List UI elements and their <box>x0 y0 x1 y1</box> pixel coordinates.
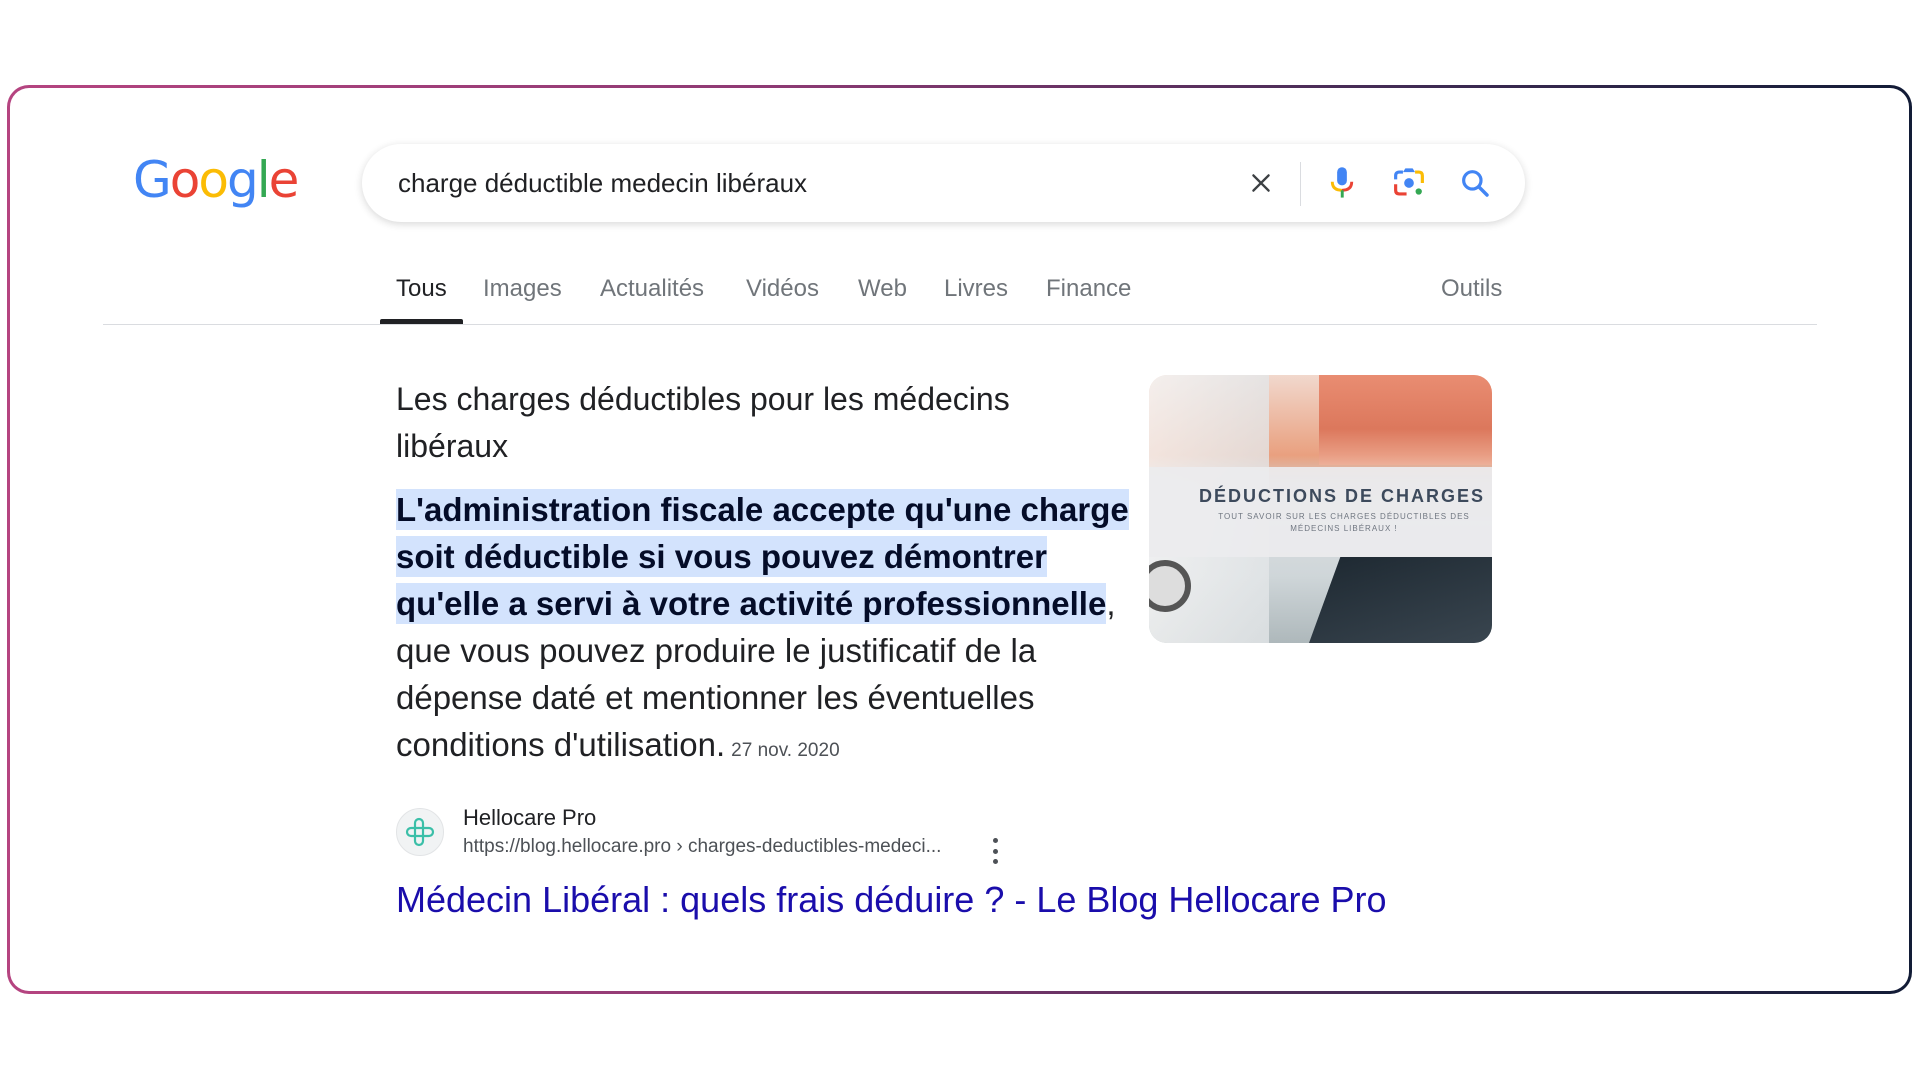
result-title-link[interactable]: Médecin Libéral : quels frais déduire ? … <box>396 876 1396 923</box>
search-divider <box>1300 162 1301 206</box>
tab-livres[interactable]: Livres <box>944 274 1008 304</box>
search-tabs: Tous Images Actualités Vidéos Web Livres… <box>0 270 1920 326</box>
logo-letter: o <box>169 151 201 209</box>
google-lens-icon[interactable] <box>1390 164 1428 202</box>
search-icon[interactable] <box>1456 164 1494 202</box>
search-input[interactable]: charge déductible medecin libéraux <box>398 168 807 198</box>
logo-letter: G <box>133 151 172 209</box>
close-icon[interactable] <box>1242 164 1280 202</box>
thumbnail-subheading: TOUT SAVOIR SUR LES CHARGES DÉDUCTIBLES … <box>1218 512 1470 533</box>
tools-button[interactable]: Outils <box>1441 274 1502 304</box>
featured-snippet-body: L'administration fiscale accepte qu'une … <box>396 486 1136 774</box>
logo-letter: o <box>198 151 229 209</box>
tab-finance[interactable]: Finance <box>1046 274 1131 304</box>
hellocare-favicon-icon <box>396 808 444 856</box>
logo-letter: l <box>256 151 271 209</box>
tabs-divider <box>103 324 1817 325</box>
snippet-date: 27 nov. 2020 <box>731 740 840 761</box>
site-url[interactable]: https://blog.hellocare.pro › charges-ded… <box>463 835 941 859</box>
logo-letter: g <box>226 151 259 209</box>
tab-actualites[interactable]: Actualités <box>600 274 704 304</box>
tab-videos[interactable]: Vidéos <box>746 274 819 304</box>
logo-letter: e <box>268 151 300 209</box>
more-options-icon[interactable] <box>990 838 1000 864</box>
microphone-icon[interactable] <box>1323 164 1361 202</box>
snippet-thumbnail[interactable]: DÉDUCTIONS DE CHARGES TOUT SAVOIR SUR LE… <box>1149 375 1492 643</box>
google-logo[interactable]: Google <box>133 150 300 210</box>
featured-snippet-title: Les charges déductibles pour les médecin… <box>396 381 1010 464</box>
highlighted-answer: L'administration fiscale accepte qu'une … <box>396 489 1129 624</box>
tab-web[interactable]: Web <box>858 274 907 304</box>
tab-tous[interactable]: Tous <box>396 274 447 304</box>
search-bar: charge déductible medecin libéraux <box>362 144 1525 222</box>
thumbnail-city-background <box>1319 375 1492 465</box>
site-name[interactable]: Hellocare Pro <box>463 804 596 832</box>
tab-images[interactable]: Images <box>483 274 562 304</box>
thumbnail-heading: DÉDUCTIONS DE CHARGES <box>1199 486 1486 506</box>
thumbnail-tablet <box>1309 557 1492 643</box>
